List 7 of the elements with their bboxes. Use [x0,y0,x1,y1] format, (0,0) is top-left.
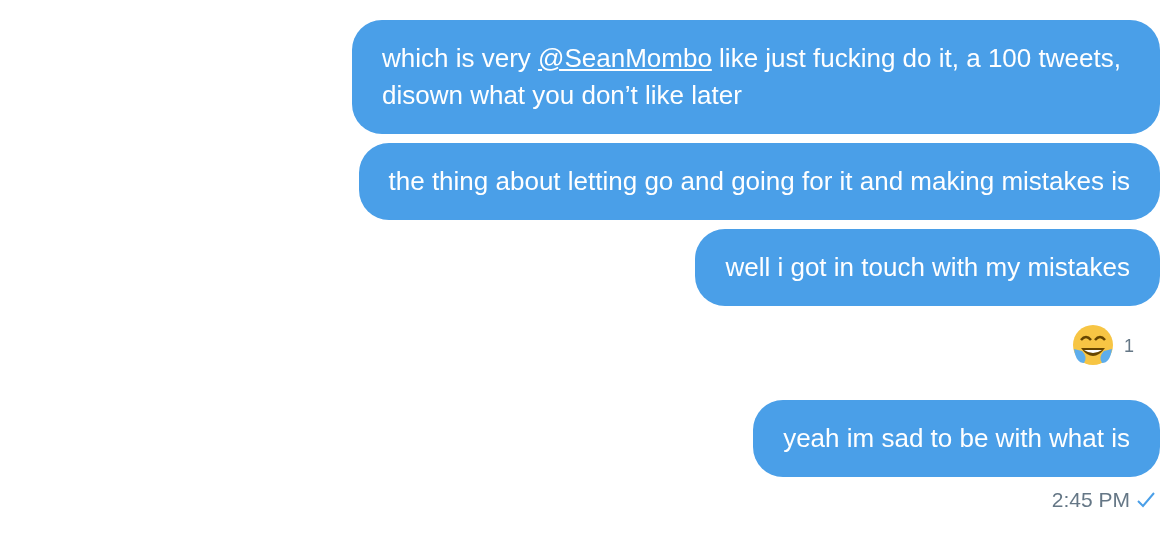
timestamp: 2:45 PM [1051,488,1130,512]
reaction-count: 1 [1124,335,1134,357]
message-bubble: well i got in touch with my mistakes [695,229,1160,306]
mention-link[interactable]: @SeanMombo [538,43,712,73]
message-bubble: yeah im sad to be with what is [753,400,1160,477]
message-bubble: which is very @SeanMombo like just fucking do it, a 100 tweets, disown what you don’t like later [352,20,1160,134]
message-bubble: the thing about letting go and going for it and making mistakes is [358,143,1160,220]
